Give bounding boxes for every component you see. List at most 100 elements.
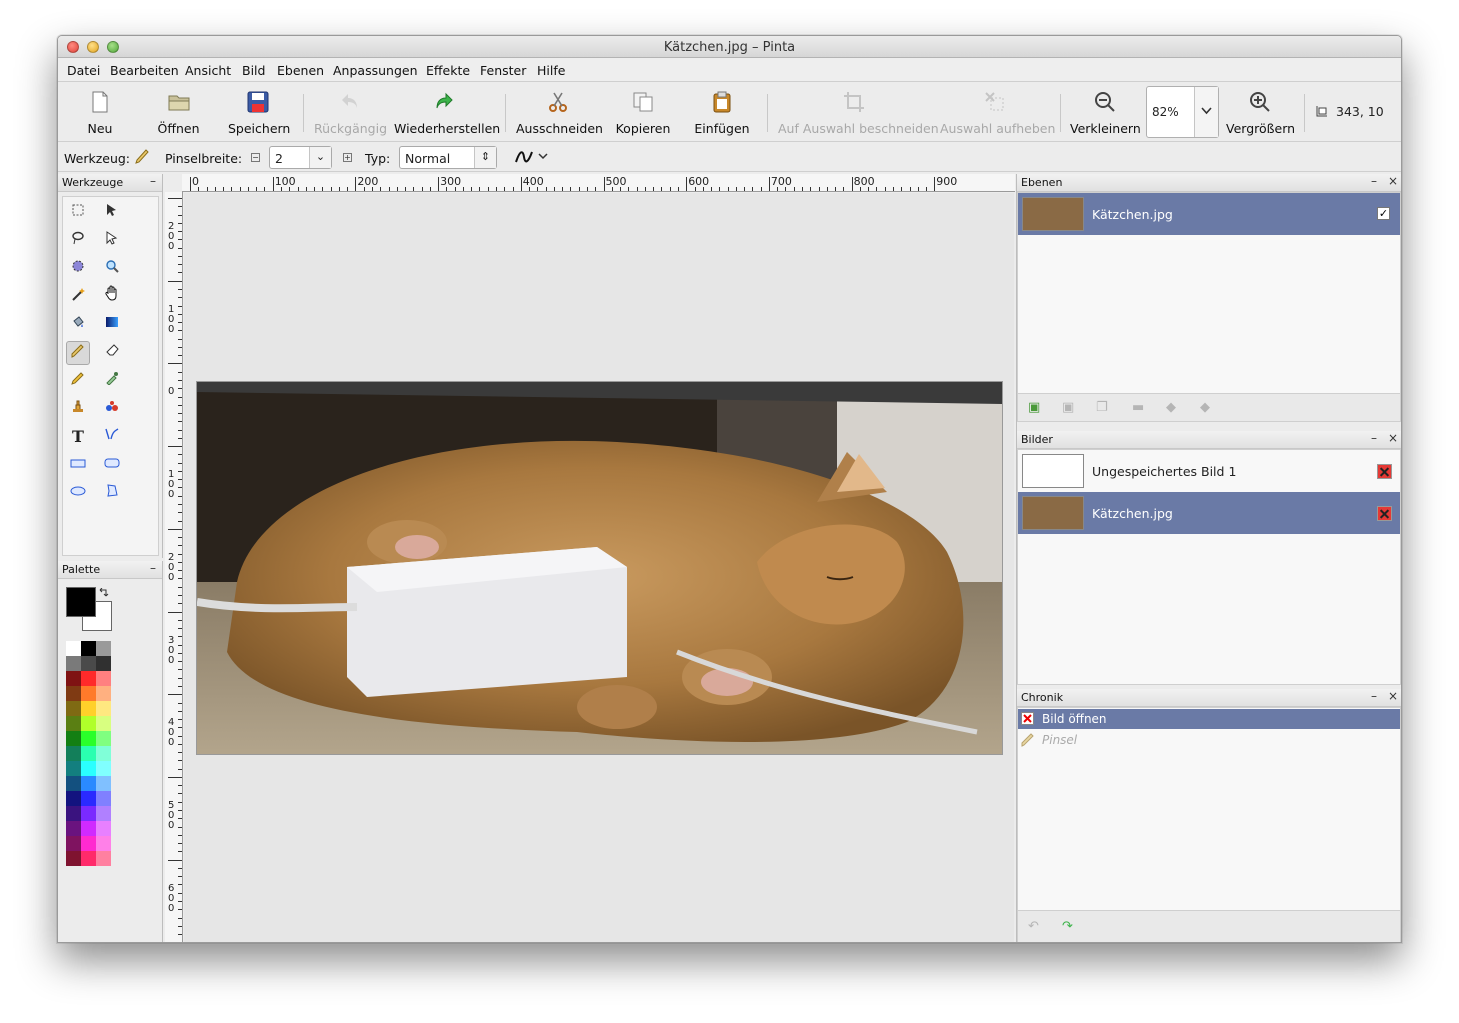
eraser-icon[interactable] (100, 341, 124, 365)
move-selected-icon[interactable] (100, 201, 124, 225)
ellipse-select-icon[interactable] (66, 257, 90, 281)
palette-color-swatch[interactable] (66, 731, 81, 746)
move-selection-icon[interactable] (100, 229, 124, 253)
minimize-panel-icon[interactable]: – (1371, 431, 1377, 445)
palette-color-swatch[interactable] (96, 701, 111, 716)
palette-color-swatch[interactable] (96, 791, 111, 806)
palette-color-swatch[interactable] (81, 761, 96, 776)
zoom-out-button[interactable]: Verkleinern (1070, 90, 1141, 138)
minimize-panel-icon[interactable]: – (1371, 174, 1377, 188)
recolor-icon[interactable] (100, 397, 124, 421)
close-image-icon[interactable] (1377, 464, 1392, 479)
palette-color-swatch[interactable] (81, 671, 96, 686)
add-layer-icon[interactable]: ▣ (1028, 400, 1040, 415)
lasso-select-icon[interactable] (66, 229, 90, 253)
delete-layer-icon[interactable]: ▣ (1062, 400, 1074, 415)
palette-color-swatch[interactable] (96, 671, 111, 686)
palette-color-swatch[interactable] (81, 746, 96, 761)
palette-color-swatch[interactable] (81, 806, 96, 821)
palette-color-swatch[interactable] (81, 791, 96, 806)
palette-color-swatch[interactable] (66, 821, 81, 836)
undo-button[interactable]: Rückgängig (314, 90, 387, 138)
palette-color-swatch[interactable] (81, 716, 96, 731)
palette-color-swatch[interactable] (66, 746, 81, 761)
zoom-icon[interactable] (100, 257, 124, 281)
redo-history-icon[interactable]: ↷ (1062, 919, 1073, 934)
cut-button[interactable]: Ausschneiden (516, 90, 603, 138)
history-item[interactable]: Pinsel (1018, 730, 1400, 750)
close-panel-icon[interactable]: × (1388, 689, 1398, 703)
palette-color-swatch[interactable] (96, 656, 111, 671)
brush-width-combo[interactable]: 2 ⌄ (269, 146, 332, 169)
palette-color-swatch[interactable] (66, 806, 81, 821)
menu-fenster[interactable]: Fenster (480, 63, 526, 78)
palette-color-swatch[interactable] (96, 716, 111, 731)
line-curve-icon[interactable] (100, 425, 124, 449)
rectangle-select-icon[interactable] (66, 201, 90, 225)
menu-ansicht[interactable]: Ansicht (185, 63, 231, 78)
palette-color-swatch[interactable] (81, 776, 96, 791)
merge-layer-icon[interactable]: ▬ (1132, 400, 1144, 415)
collapse-icon[interactable]: – (150, 561, 156, 575)
palette-color-swatch[interactable] (96, 761, 111, 776)
image-row[interactable]: Kätzchen.jpg (1018, 492, 1400, 534)
palette-color-swatch[interactable] (66, 641, 81, 656)
palette-color-swatch[interactable] (96, 686, 111, 701)
menu-effekte[interactable]: Effekte (426, 63, 470, 78)
color-picker-icon[interactable] (100, 369, 124, 393)
palette-color-swatch[interactable] (81, 731, 96, 746)
pencil-icon[interactable] (66, 369, 90, 393)
palette-color-swatch[interactable] (81, 836, 96, 851)
menu-bild[interactable]: Bild (242, 63, 265, 78)
stepper-icon[interactable]: ⇕ (474, 147, 496, 168)
palette-color-swatch[interactable] (81, 821, 96, 836)
palette-color-swatch[interactable] (96, 746, 111, 761)
palette-color-swatch[interactable] (66, 656, 81, 671)
ellipse-shape-icon[interactable] (66, 481, 90, 505)
kitten-image[interactable] (196, 381, 1003, 755)
palette-color-swatch[interactable] (66, 671, 81, 686)
palette-color-swatch[interactable] (96, 821, 111, 836)
menu-ebenen[interactable]: Ebenen (277, 63, 324, 78)
palette-color-swatch[interactable] (96, 731, 111, 746)
history-item[interactable]: Bild öffnen (1018, 709, 1400, 729)
brush-width-decrease[interactable]: − (251, 153, 260, 162)
image-row[interactable]: Ungespeichertes Bild 1 (1018, 450, 1400, 492)
layer-visibility-checkbox[interactable]: ✓ (1377, 207, 1390, 220)
copy-button[interactable]: Kopieren (612, 90, 674, 138)
magic-wand-icon[interactable] (66, 285, 90, 309)
move-layer-down-icon[interactable]: ◆ (1200, 400, 1210, 415)
zoom-dropdown-button[interactable] (1194, 87, 1218, 137)
pan-hand-icon[interactable] (100, 285, 124, 309)
deselect-button[interactable]: Auswahl aufheben (940, 90, 1055, 138)
palette-color-swatch[interactable] (66, 761, 81, 776)
canvas-area[interactable] (184, 193, 1014, 942)
menu-anpassungen[interactable]: Anpassungen (333, 63, 418, 78)
chevron-down-icon[interactable]: ⌄ (309, 147, 331, 168)
collapse-icon[interactable]: – (150, 174, 156, 188)
open-button[interactable]: Öffnen (156, 90, 201, 138)
palette-color-swatch[interactable] (81, 641, 96, 656)
close-image-icon[interactable] (1377, 506, 1392, 521)
save-button[interactable]: Speichern (228, 90, 290, 138)
zoom-in-button[interactable]: Vergrößern (1226, 90, 1295, 138)
text-tool-icon[interactable]: T (66, 425, 90, 449)
palette-color-swatch[interactable] (66, 701, 81, 716)
palette-color-swatch[interactable] (66, 716, 81, 731)
menu-bearbeiten[interactable]: Bearbeiten (110, 63, 179, 78)
paint-bucket-icon[interactable] (66, 313, 90, 337)
redo-button[interactable]: Wiederherstellen (394, 90, 500, 138)
paste-button[interactable]: Einfügen (691, 90, 753, 138)
palette-color-swatch[interactable] (81, 686, 96, 701)
rounded-rectangle-icon[interactable] (100, 453, 124, 477)
palette-color-swatch[interactable] (66, 776, 81, 791)
zoom-combo[interactable]: 82% (1146, 86, 1219, 138)
antialiasing-curve-icon[interactable] (515, 150, 533, 164)
paintbrush-tool-icon[interactable] (66, 341, 90, 365)
palette-color-swatch[interactable] (81, 656, 96, 671)
palette-color-swatch[interactable] (96, 806, 111, 821)
palette-color-swatch[interactable] (96, 836, 111, 851)
menu-hilfe[interactable]: Hilfe (537, 63, 565, 78)
palette-color-swatch[interactable] (66, 836, 81, 851)
palette-color-swatch[interactable] (81, 851, 96, 866)
